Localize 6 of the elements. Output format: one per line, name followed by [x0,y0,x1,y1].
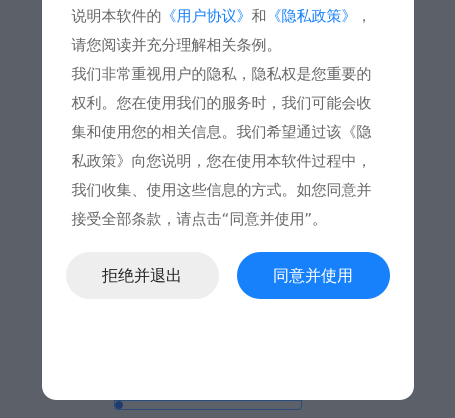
agreement-notice: 说明本软件的《用户协议》和《隐私政策》，请您阅读并充分理解相关条例。 [70,6,372,56]
privacy-paragraph: 我们非常重视用户的隐私，隐私权是您重要的权利。您在使用我们的服务时，我们可能会收集和使用您的相关信息。我们希望通过该《隐私政策》向您说明，您在使用本软件过程中，我们收集、使用这些信息的方式。如您同意并接受全部条款，请点击“同意并使用”。 [70,64,372,230]
policy-link[interactable]: 《用户协议》 [162,7,252,25]
policy-link[interactable]: 《隐私政策》 [266,7,356,25]
agree-button[interactable]: 同意并使用 [236,252,390,299]
decline-button[interactable]: 拒绝并退出 [66,252,218,299]
